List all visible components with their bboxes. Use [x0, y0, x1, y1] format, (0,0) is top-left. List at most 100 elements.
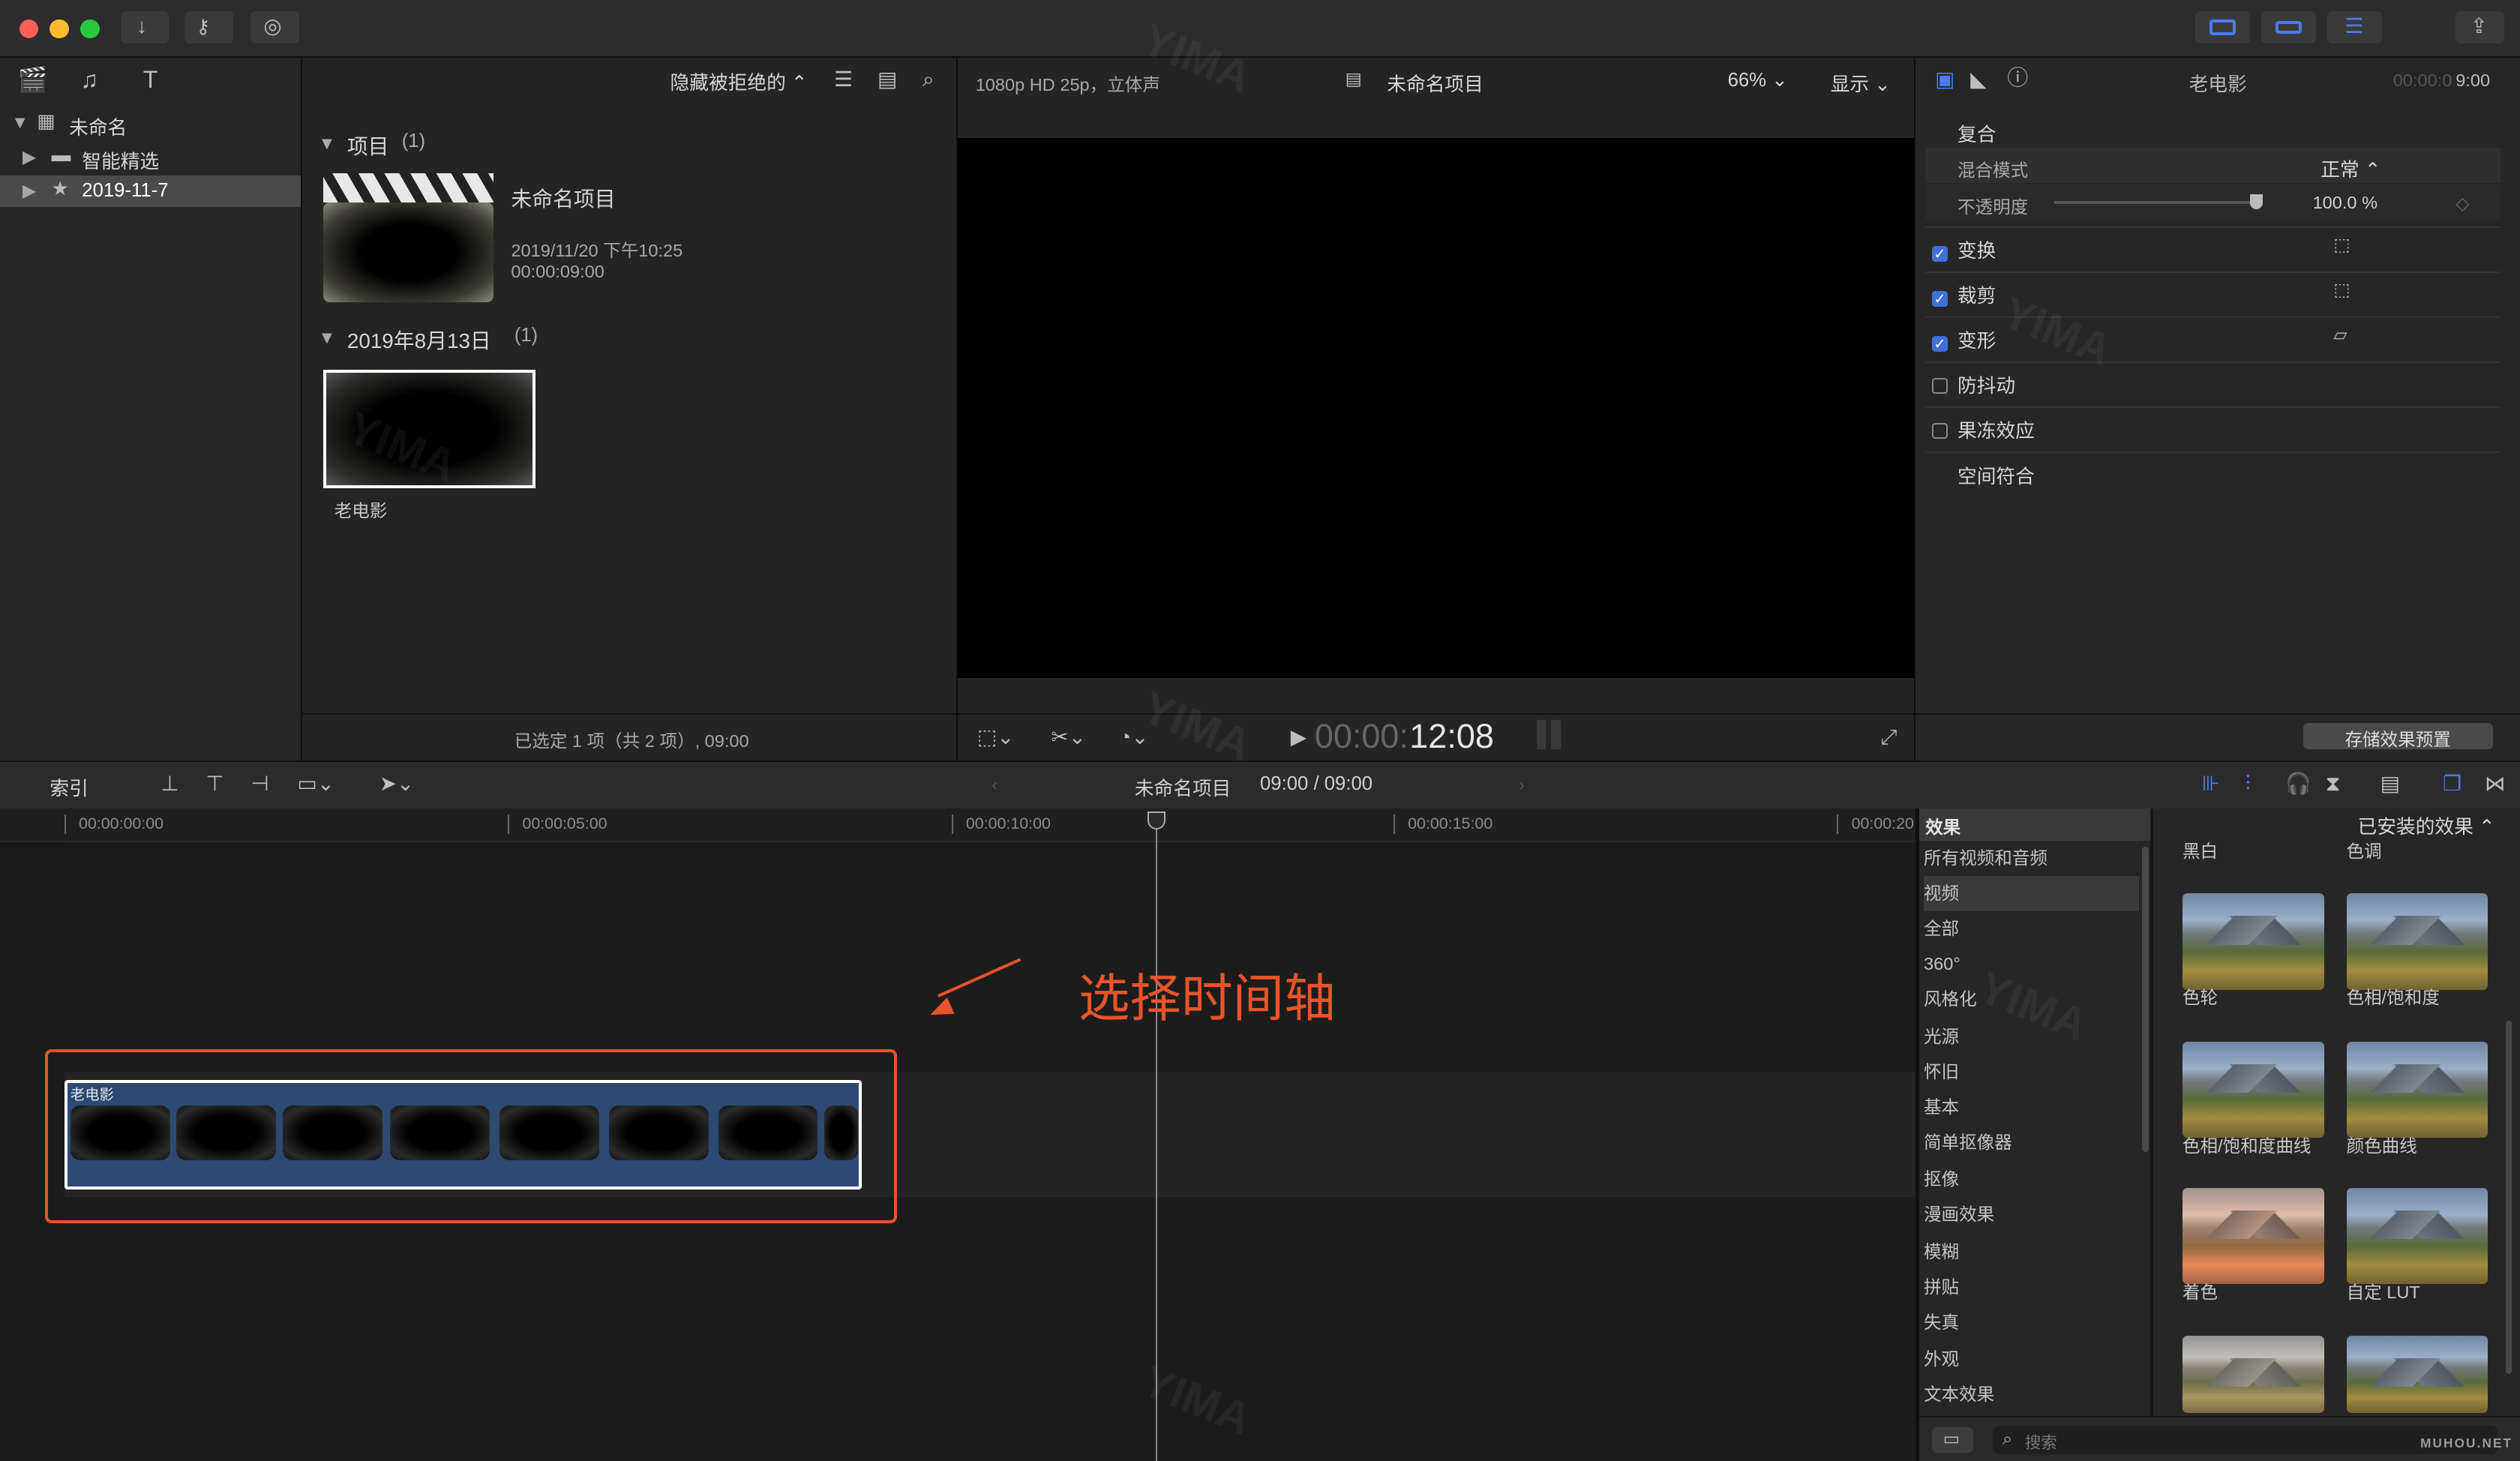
color-inspector-icon[interactable]: ◣ [1970, 69, 1986, 90]
zoom-window-button[interactable] [80, 19, 100, 39]
minimize-window-button[interactable] [50, 19, 70, 39]
skimming-icon[interactable]: ⊪ [2202, 772, 2220, 794]
view-options-icon[interactable]: ⬚⌄ [977, 726, 1015, 748]
section-transform[interactable]: 变换 ⬚ [1931, 235, 2494, 267]
category-item[interactable]: 怀旧 [1924, 1054, 2139, 1090]
section-stabilization[interactable]: 防抖动 [1931, 370, 2494, 402]
search-icon[interactable]: ⌕ [922, 69, 934, 90]
opacity-value[interactable]: 100.0 % [2313, 193, 2378, 213]
blend-mode-dropdown[interactable]: 正常 ⌃ [2320, 154, 2380, 182]
zoom-dropdown[interactable]: 66% ⌄ [1728, 69, 1788, 92]
crop-checkbox[interactable] [1931, 290, 1948, 308]
effect-thumbnail[interactable] [2182, 893, 2324, 990]
categories-scrollbar[interactable] [2142, 847, 2149, 1153]
disclosure-down-icon[interactable]: ▼ [11, 112, 28, 133]
filter-dropdown[interactable]: 隐藏被拒绝的 ⌃ [670, 68, 808, 95]
opacity-slider[interactable] [2054, 194, 2264, 209]
keywords-button[interactable]: ⚷ [184, 11, 233, 44]
transform-tools-icon[interactable]: ✂⌄ [1051, 726, 1086, 748]
display-dropdown[interactable]: 显示 ⌄ [1831, 69, 1891, 97]
distort-checkbox[interactable] [1931, 335, 1948, 352]
transform-checkbox[interactable] [1931, 245, 1948, 262]
distort-onscreen-icon[interactable]: ▱ [2333, 326, 2347, 344]
timeline-pane[interactable]: 00:00:00:00 00:00:05:00 00:00:10:00 00:0… [0, 808, 1916, 1461]
forward-arrow-icon[interactable]: › [1519, 775, 1525, 795]
overwrite-clip-icon[interactable]: ▭⌄ [297, 772, 334, 794]
video-inspector-icon[interactable]: ▣ [1935, 69, 1954, 90]
library-row[interactable]: ▼ ▦ 未命名 [0, 108, 301, 140]
effect-thumbnail[interactable] [2346, 1187, 2488, 1285]
stabilization-checkbox[interactable] [1931, 377, 1948, 394]
category-item[interactable]: 简单抠像器 [1924, 1125, 2139, 1160]
sidebar-item-smart-collections[interactable]: ▶ ▬ 智能精选 [0, 142, 301, 174]
category-item[interactable]: 光源 [1924, 1019, 2139, 1054]
timeline-ruler[interactable]: 00:00:00:00 00:00:05:00 00:00:10:00 00:0… [0, 808, 1916, 842]
playhead-handle[interactable] [1148, 812, 1166, 830]
installed-effects-dropdown[interactable]: 已安装的效果 ⌃ [2358, 812, 2495, 839]
disclosure-down-icon[interactable]: ▼ [318, 134, 335, 154]
transitions-browser-icon[interactable]: ⋈ [2485, 772, 2506, 794]
keyframe-icon[interactable]: ◇ [2456, 193, 2469, 214]
clip-name[interactable]: 老电影 [334, 496, 388, 522]
speed-icon[interactable]: ◔⌄ [1118, 726, 1148, 748]
index-button[interactable]: 索引 [50, 773, 88, 801]
background-tasks-button[interactable]: ◎ [250, 11, 299, 44]
disclosure-right-icon[interactable]: ▶ [22, 146, 36, 167]
clip-thumbnail[interactable] [322, 369, 536, 489]
info-icon[interactable]: ⓘ [2007, 68, 2028, 88]
disclosure-right-icon[interactable]: ▶ [22, 180, 36, 201]
rolling-shutter-checkbox[interactable] [1931, 422, 1948, 439]
solo-icon[interactable]: 🎧 [2285, 772, 2312, 794]
video-canvas[interactable] [958, 138, 1915, 679]
effects-browser-icon[interactable]: ❐ [2443, 772, 2462, 794]
clip-appearance-icon[interactable]: ▤ [2380, 772, 2400, 794]
category-item[interactable]: 模糊 [1924, 1234, 2139, 1270]
playhead[interactable] [1155, 812, 1157, 1461]
project-title[interactable]: 未命名项目 [511, 183, 615, 213]
category-item[interactable]: 外观 [1924, 1342, 2139, 1377]
show-inspector-button[interactable]: ☰ [2326, 11, 2382, 44]
items-scrollbar[interactable] [2505, 1020, 2512, 1375]
audio-skimming-icon[interactable]: ⫶ [2246, 772, 2251, 794]
project-thumbnail[interactable] [322, 173, 494, 302]
category-item[interactable]: 全部 [1924, 911, 2139, 946]
disclosure-down-icon[interactable]: ▼ [318, 328, 335, 348]
effect-thumbnail[interactable] [2346, 1041, 2488, 1138]
connect-clip-icon[interactable]: ⊥ [160, 772, 178, 794]
category-item[interactable]: 360° [1924, 946, 2139, 982]
sidebar-item-event[interactable]: ▶ ★ 2019-11-7 [0, 175, 301, 208]
category-item[interactable]: 风格化 [1924, 982, 2139, 1017]
import-button[interactable]: ↓ [120, 11, 169, 44]
section-rolling-shutter[interactable]: 果冻效应 [1931, 415, 2494, 447]
transform-onscreen-icon[interactable]: ⬚ [2333, 236, 2350, 254]
append-clip-icon[interactable]: ⊣ [250, 772, 268, 794]
back-arrow-icon[interactable]: ‹ [992, 775, 998, 795]
effect-thumbnail[interactable] [2346, 893, 2488, 990]
effect-thumbnail[interactable] [2182, 1187, 2324, 1285]
show-browser-button[interactable] [2195, 11, 2250, 44]
sidebar-toggle-button[interactable]: ▭ [1931, 1426, 1974, 1453]
titles-generators-icon[interactable]: T [143, 68, 158, 92]
fullscreen-icon[interactable]: ⤢ [1880, 726, 1897, 748]
section-distort[interactable]: 变形 ▱ [1931, 325, 2494, 357]
category-item[interactable]: 漫画效果 [1924, 1197, 2139, 1232]
close-window-button[interactable] [19, 19, 39, 39]
play-icon[interactable]: ▶ [1291, 726, 1306, 748]
category-item[interactable]: 拼贴 [1924, 1270, 2139, 1305]
category-item[interactable]: 基本 [1924, 1090, 2139, 1125]
crop-onscreen-icon[interactable]: ⬚ [2333, 280, 2350, 299]
select-tool-icon[interactable]: ➤⌄ [380, 772, 415, 794]
libraries-icon[interactable]: 🎬 [18, 68, 48, 92]
save-effects-preset-button[interactable]: 存储效果预置 [2302, 723, 2493, 749]
section-crop[interactable]: 裁剪 ⬚ [1931, 280, 2494, 312]
insert-clip-icon[interactable]: ⊤ [206, 772, 224, 794]
effect-thumbnail[interactable] [2346, 1335, 2488, 1413]
category-item[interactable]: 文本效果 [1924, 1377, 2139, 1412]
show-timeline-button[interactable] [2261, 11, 2316, 44]
category-item[interactable]: 失真 [1924, 1305, 2139, 1340]
filmstrip-icon[interactable]: ▤ [878, 69, 897, 90]
share-button[interactable]: ⇪ [2456, 11, 2504, 44]
photos-audio-icon[interactable]: ♫ [80, 68, 98, 92]
category-item[interactable]: 所有视频和音频 [1924, 841, 2139, 876]
category-item[interactable]: 抠像 [1924, 1162, 2139, 1197]
